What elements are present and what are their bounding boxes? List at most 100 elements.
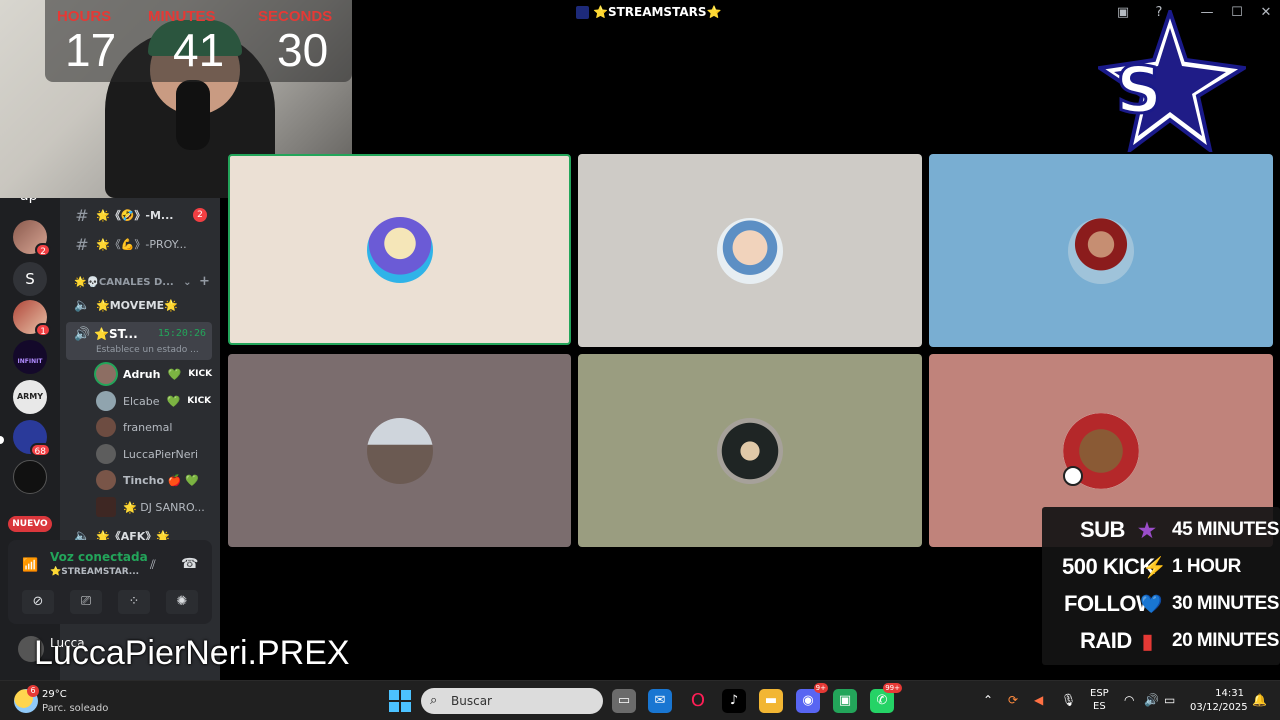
guild-s[interactable]: S [13, 262, 47, 296]
speaker-icon: 🔈 [74, 297, 91, 313]
clock[interactable]: 14:31 03/12/2025 [1190, 687, 1248, 715]
app-icon [576, 5, 589, 19]
voice-member[interactable]: LuccaPierNeri [96, 443, 198, 465]
hours-value: 17 [65, 24, 117, 76]
guild-infinit[interactable]: INFINIT [13, 340, 47, 374]
taskbar-search[interactable]: ⌕ Buscar [421, 688, 603, 714]
microphone [176, 80, 210, 150]
windows-start-icon[interactable] [389, 690, 411, 712]
noise-suppression-icon[interactable]: ⫽ [150, 558, 156, 573]
discord-icon[interactable]: ◉ 9+ [796, 683, 828, 713]
language-line2: ES [1093, 701, 1106, 712]
member-tag: KICK [188, 369, 213, 379]
video-tile[interactable] [578, 154, 922, 347]
svg-text:S: S [1116, 54, 1162, 128]
heart-icon: 💚 [166, 394, 181, 408]
status-icon [1063, 466, 1083, 486]
weather-desc: Parc. soleado [42, 703, 109, 714]
activities-icon[interactable]: ⁘ [118, 590, 150, 614]
rule-row: FOLLOW 💙 30 MINUTES [1042, 587, 1280, 621]
taskbar: 6 29°C Parc. soleado ⌕ Buscar ▭ ✉ O ♪ ▬ … [0, 680, 1280, 720]
participant-avatar [1068, 217, 1134, 284]
task-view-icon[interactable]: ▭ [612, 689, 636, 713]
signal-icon[interactable]: 📶 [22, 558, 38, 573]
badge: 68 [29, 443, 51, 457]
rule-key: SUB [1080, 517, 1125, 542]
language-indicator[interactable]: ESP ES [1090, 687, 1109, 713]
sync-icon[interactable]: ⟳ [1008, 693, 1018, 707]
app-icon[interactable]: ▣ [833, 689, 857, 713]
text-channel-icon: # [75, 205, 89, 225]
member-name: Adruh [123, 367, 161, 381]
participant-avatar [366, 417, 433, 484]
member-name: 🌟 DJ SANRO... [123, 500, 205, 514]
hours-label: HOURS [57, 8, 112, 25]
clock-time: 14:31 [1215, 688, 1244, 699]
screen: ⭐STREAMSTARS⭐ ▣ ? — ☐ ✕ ap 2 S 1 INFINIT… [0, 0, 1280, 720]
chevron-up-icon[interactable]: ⌃ [983, 693, 993, 707]
voice-channel-item[interactable]: 🔈 🌟MOVEME🌟 [74, 294, 178, 316]
guild-army[interactable]: ARMY [13, 380, 47, 414]
microphone-icon[interactable]: 🎙 [1061, 693, 1076, 707]
voice-status: Voz conectada [50, 550, 148, 564]
member-name: LuccaPierNeri [123, 447, 199, 461]
opera-icon[interactable]: O [686, 689, 710, 713]
avatar [96, 417, 116, 437]
unread-pill [0, 436, 4, 444]
voice-member[interactable]: 🌟 DJ SANRO... [96, 496, 205, 518]
rule-value: 45 MINUTES [1172, 519, 1279, 540]
minutes-label: MINUTES [148, 8, 216, 25]
voice-member[interactable]: Adruh 💚 KICK [96, 363, 212, 385]
screen-share-icon[interactable]: ⎚ [70, 590, 102, 614]
add-channel-icon[interactable]: + [199, 274, 210, 289]
video-tile[interactable] [228, 354, 571, 547]
new-badge[interactable]: NUEVO [8, 516, 52, 532]
window-title: ⭐STREAMSTARS⭐ [593, 5, 722, 19]
video-tile[interactable] [228, 154, 571, 345]
voice-member[interactable]: franemal [96, 416, 172, 438]
participant-avatar [366, 216, 433, 283]
guild-streamer[interactable]: 1 [13, 300, 51, 337]
volume-icon[interactable]: 🔊 [1144, 693, 1159, 707]
avatar [96, 364, 116, 384]
brave-icon[interactable]: ◀ [1034, 693, 1043, 707]
category-header[interactable]: 🌟💀CANALES D... ⌄ + [74, 274, 210, 289]
video-tile[interactable] [578, 354, 922, 547]
video-tile[interactable] [929, 154, 1273, 347]
channel-item[interactable]: # 🌟《💪》-PROY... [74, 233, 186, 255]
minutes-value: 41 [173, 24, 225, 76]
rule-value: 30 MINUTES [1172, 593, 1279, 614]
seconds-value: 30 [277, 24, 329, 76]
guild-crew[interactable] [13, 460, 47, 494]
file-explorer-icon[interactable]: ▬ [759, 689, 783, 713]
member-tag: KICK [187, 396, 212, 406]
category-name: 🌟💀CANALES D... [74, 277, 174, 288]
clock-date: 03/12/2025 [1190, 702, 1248, 713]
voice-server[interactable]: ⭐STREAMSTAR... [50, 567, 139, 577]
active-voice-channel[interactable]: 🔊 ⭐ST... 15:20:26 Establece un estado ..… [66, 322, 212, 360]
avatar [96, 497, 116, 517]
close-button[interactable]: ✕ [1258, 5, 1274, 21]
outlook-icon[interactable]: ✉ [648, 689, 672, 713]
avatar [96, 470, 116, 490]
heart-icon: 💙 [1140, 593, 1163, 614]
channel-item[interactable]: # 🌟《🤣》-M... [74, 204, 173, 226]
guild-anime[interactable]: 2 [13, 220, 51, 257]
soundboard-icon[interactable]: ✺ [166, 590, 198, 614]
wifi-icon[interactable]: ◠ [1124, 693, 1134, 707]
notification-bell-icon[interactable]: 🔔 [1252, 693, 1267, 707]
set-status-hint[interactable]: Establece un estado ... [96, 345, 199, 355]
avatar [96, 444, 116, 464]
battery-icon[interactable]: ▭ [1164, 693, 1175, 707]
language-line1: ESP [1090, 688, 1109, 699]
voice-member[interactable]: Tincho 🍎 💚 [96, 469, 199, 491]
member-name: Elcabe [123, 394, 160, 408]
camera-off-icon[interactable]: ⊘ [22, 590, 54, 614]
member-name: Tincho 🍎 💚 [123, 473, 200, 487]
disconnect-icon[interactable]: ☎ [181, 556, 198, 572]
tiktok-icon[interactable]: ♪ [722, 689, 746, 713]
whatsapp-icon[interactable]: ✆ 99+ [870, 683, 902, 713]
search-icon: ⌕ [430, 693, 438, 708]
guild-streamstars[interactable]: 68 [13, 420, 51, 457]
voice-member[interactable]: Elcabe 💚 KICK [96, 390, 211, 412]
